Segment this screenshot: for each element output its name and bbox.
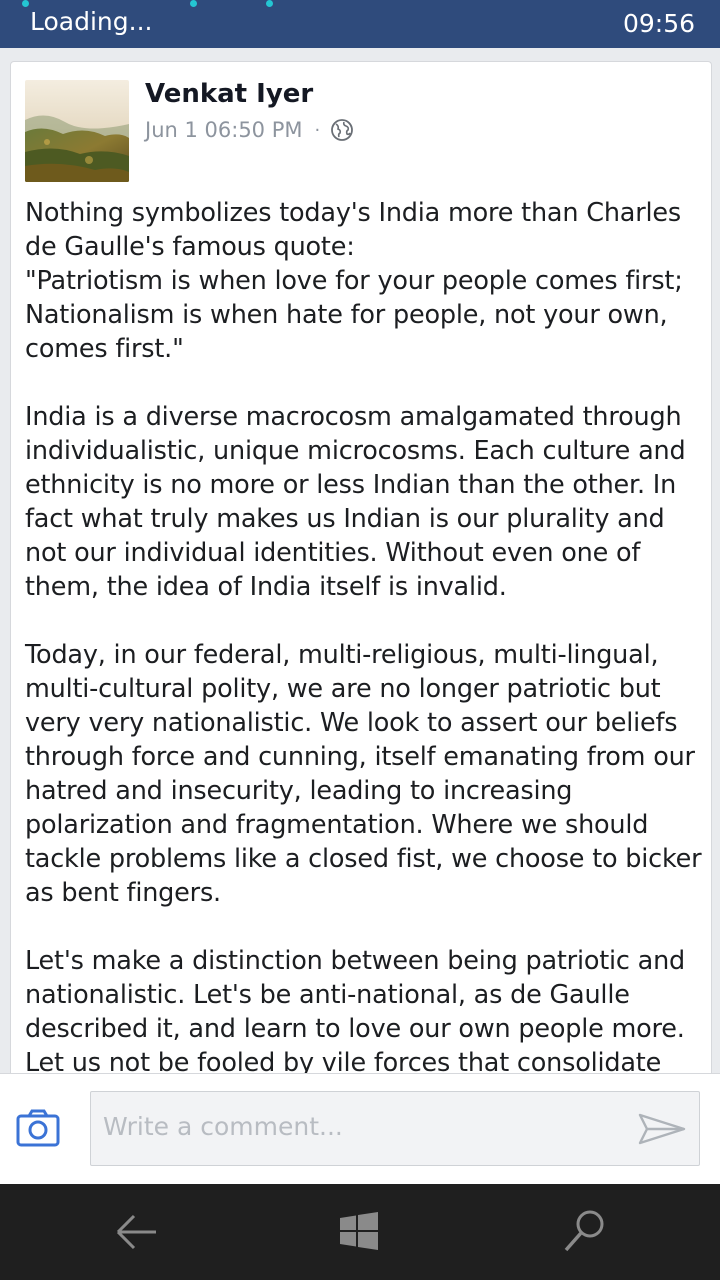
meta-separator: · (314, 119, 321, 141)
comment-input[interactable]: Write a comment... (90, 1091, 700, 1166)
post-timestamp[interactable]: Jun 1 06:50 PM (145, 118, 303, 142)
comment-bar: Write a comment... (0, 1073, 720, 1185)
back-arrow-icon[interactable] (112, 1208, 162, 1256)
post-card: Venkat Iyer Jun 1 06:50 PM · Nothing sym… (10, 61, 712, 1074)
send-icon[interactable] (637, 1109, 687, 1149)
globe-icon (330, 118, 354, 142)
comment-placeholder: Write a comment... (103, 1112, 343, 1141)
windows-logo-icon[interactable] (334, 1208, 384, 1256)
clock: 09:56 (622, 9, 695, 38)
post-body-text: Nothing symbolizes today's India more th… (25, 198, 702, 1074)
status-bar: Loading... 09:56 (0, 0, 720, 48)
post-author-name[interactable]: Venkat Iyer (145, 79, 313, 109)
loading-text: Loading... (30, 7, 153, 36)
system-nav-bar (0, 1184, 720, 1280)
camera-icon[interactable] (16, 1108, 60, 1148)
search-icon[interactable] (560, 1208, 610, 1256)
post-meta: Jun 1 06:50 PM · (145, 118, 354, 142)
avatar[interactable] (25, 80, 129, 182)
